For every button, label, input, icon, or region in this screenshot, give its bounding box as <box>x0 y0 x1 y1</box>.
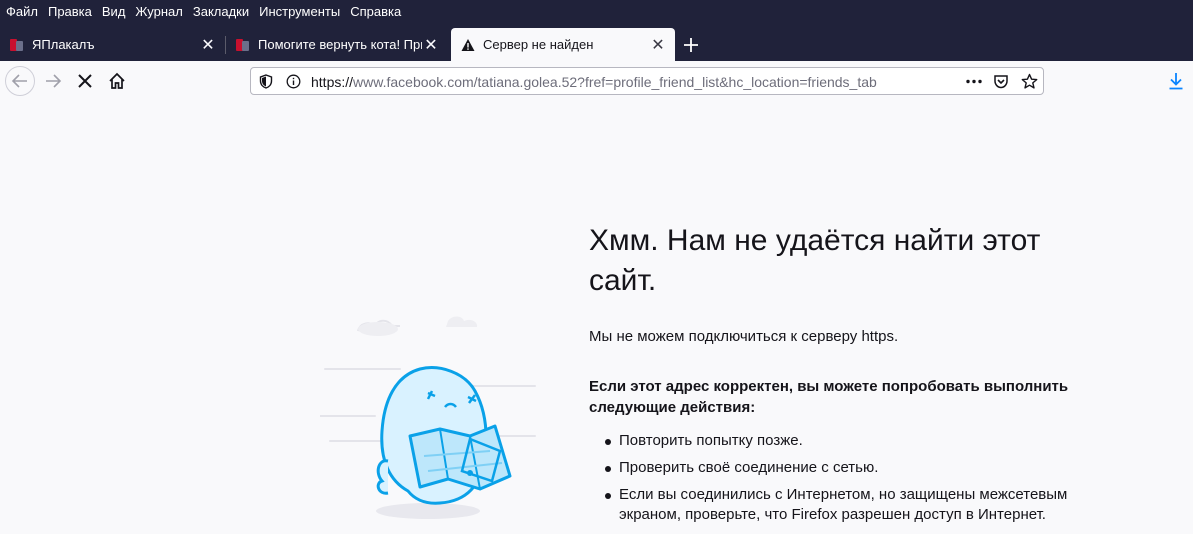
plus-icon <box>684 38 698 52</box>
warning-icon <box>461 38 475 52</box>
error-suggestions-list: Повторить попытку позже. Проверить своё … <box>589 431 1079 532</box>
tab-strip: ЯПлакалъ ✕ Помогите вернуть кота! Прик ✕… <box>0 28 1193 61</box>
menu-bookmarks[interactable]: Закладки <box>193 4 249 19</box>
tab-yaplakal[interactable]: ЯПлакалъ ✕ <box>0 28 225 61</box>
lost-monster-illustration-icon <box>320 316 536 519</box>
home-button[interactable] <box>103 67 131 95</box>
yaplakal-favicon-icon <box>10 38 24 52</box>
url-text[interactable]: https://www.facebook.com/tatiana.golea.5… <box>311 74 877 90</box>
bookmark-star-icon[interactable] <box>1021 73 1038 95</box>
arrow-right-icon <box>46 74 62 88</box>
menu-bar: Файл Правка Вид Журнал Закладки Инструме… <box>0 0 1193 22</box>
menu-help[interactable]: Справка <box>350 4 401 19</box>
stop-x-icon <box>78 74 92 88</box>
error-page: Хмм. Нам не удаётся найти этот сайт. Мы … <box>0 101 1193 534</box>
close-icon[interactable]: ✕ <box>649 35 667 55</box>
url-bar[interactable]: https://www.facebook.com/tatiana.golea.5… <box>250 67 1044 95</box>
menu-view[interactable]: Вид <box>102 4 126 19</box>
menu-tools[interactable]: Инструменты <box>259 4 340 19</box>
arrow-left-icon <box>11 74 27 88</box>
tab-title: Сервер не найден <box>483 37 594 52</box>
nav-toolbar: https://www.facebook.com/tatiana.golea.5… <box>0 61 1193 102</box>
close-icon[interactable]: ✕ <box>199 35 217 55</box>
menu-edit[interactable]: Правка <box>48 4 92 19</box>
error-title: Хмм. Нам не удаётся найти этот сайт. <box>589 224 1041 297</box>
yaplakal-favicon-icon <box>236 38 250 52</box>
menu-history[interactable]: Журнал <box>135 4 182 19</box>
tab-server-not-found[interactable]: Сервер не найден ✕ <box>451 28 675 61</box>
url-scheme: https:// <box>311 74 354 90</box>
home-icon <box>109 72 125 89</box>
stop-button[interactable] <box>71 67 99 95</box>
download-arrow-icon <box>1169 73 1183 90</box>
forward-button[interactable] <box>39 67 67 95</box>
tracking-protection-shield-icon[interactable] <box>259 74 273 94</box>
back-button[interactable] <box>5 66 35 96</box>
site-info-icon[interactable] <box>286 74 301 94</box>
tab-title: Помогите вернуть кота! Прик <box>258 37 422 52</box>
pocket-icon[interactable] <box>993 74 1009 94</box>
list-item: Проверить своё соединение с сетью. <box>589 458 1079 478</box>
url-rest: www.facebook.com/tatiana.golea.52?fref=p… <box>353 74 877 90</box>
menu-file[interactable]: Файл <box>6 4 38 19</box>
new-tab-button[interactable] <box>680 28 702 61</box>
tab-title: ЯПлакалъ <box>32 37 95 52</box>
list-item: Если вы соединились с Интернетом, но защ… <box>589 485 1079 525</box>
error-suggestions-heading: Если этот адрес корректен, вы можете поп… <box>589 378 1069 416</box>
list-item: Повторить попытку позже. <box>589 431 1079 451</box>
tab-cat[interactable]: Помогите вернуть кота! Прик ✕ <box>226 28 448 61</box>
close-icon[interactable]: ✕ <box>422 35 440 55</box>
page-actions-more-icon[interactable] <box>965 74 983 94</box>
error-description: Мы не можем подключиться к серверу https… <box>589 328 899 345</box>
downloads-button[interactable] <box>1162 67 1190 95</box>
